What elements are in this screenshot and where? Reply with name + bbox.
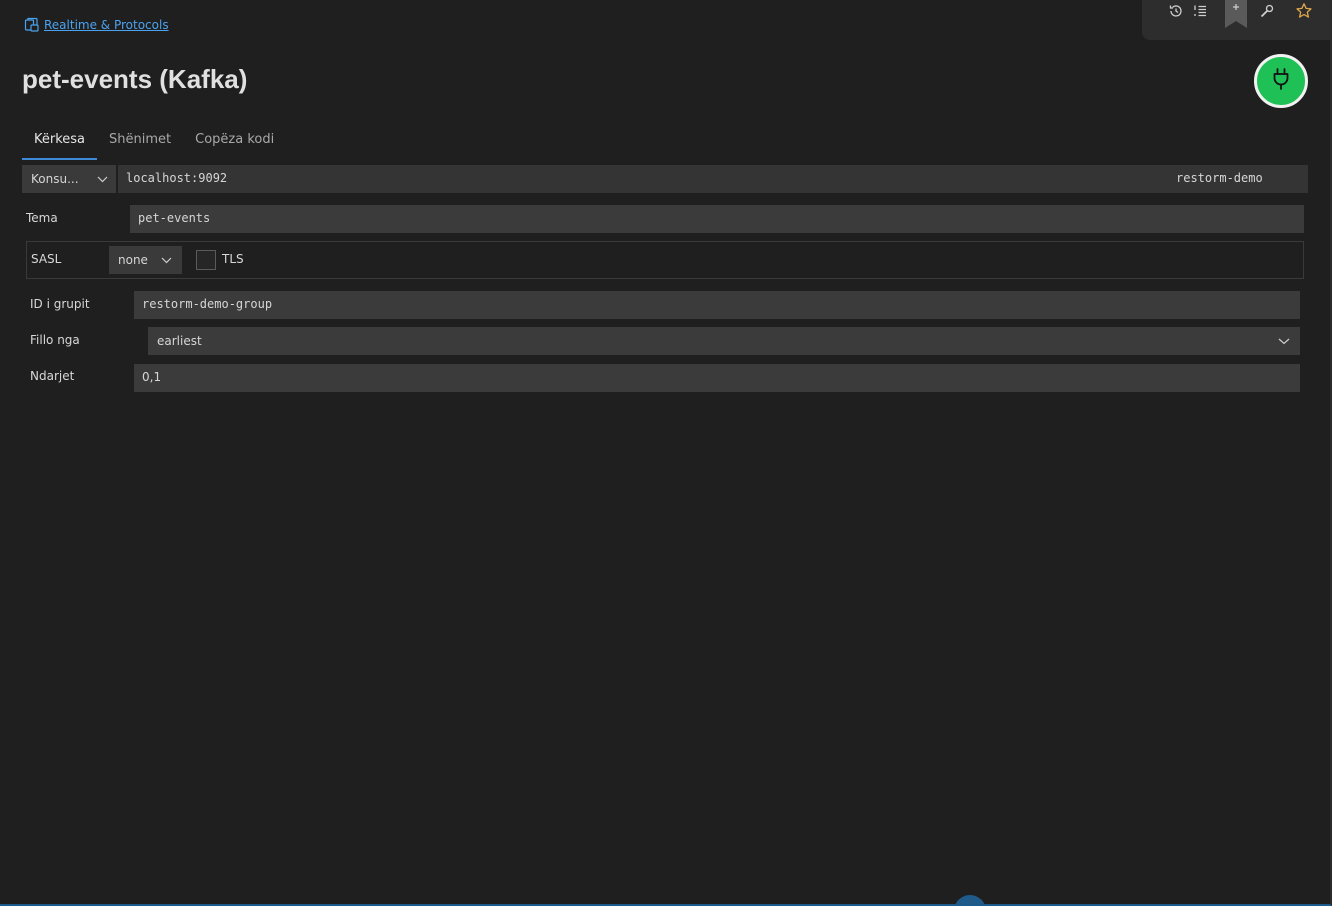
plug-icon (1270, 67, 1292, 95)
sasl-label: SASL (31, 252, 62, 266)
start-from-label: Fillo nga (30, 333, 80, 347)
tls-label: TLS (222, 252, 244, 266)
bookmark-add-icon (1225, 0, 1247, 32)
chevron-down-icon (1278, 334, 1290, 348)
list-button[interactable] (1190, 3, 1210, 23)
group-id-input[interactable]: restorm-demo-group (134, 291, 1300, 319)
request-bar: Konsu... localhost:9092 restorm-demo (22, 165, 1308, 193)
mode-select[interactable]: Konsu... (22, 165, 116, 193)
bookmark-add-button[interactable] (1225, 0, 1247, 28)
breadcrumb: Realtime & Protocols (24, 16, 169, 34)
page-title: pet-events (Kafka) (22, 64, 248, 94)
tab-notes[interactable]: Shënimet (97, 124, 183, 158)
top-toolbar (1142, 0, 1330, 40)
topic-label: Tema (26, 211, 58, 225)
tab-snippets[interactable]: Copëza kodi (183, 124, 286, 158)
wrench-icon (1259, 3, 1275, 23)
wrench-button[interactable] (1257, 3, 1277, 23)
chevron-down-icon (161, 253, 172, 267)
mode-value: Konsu... (31, 172, 79, 186)
bootstrap-server-value: localhost:9092 (126, 171, 228, 185)
sasl-value: none (118, 253, 148, 267)
star-icon (1295, 2, 1313, 24)
history-button[interactable] (1166, 3, 1186, 23)
group-id-label: ID i grupit (30, 297, 90, 311)
connect-button[interactable] (1254, 54, 1308, 108)
partitions-input[interactable]: 0,1 (134, 364, 1300, 392)
auth-section (26, 241, 1304, 279)
tab-bar: Kërkesa Shënimet Copëza kodi (22, 124, 286, 160)
history-icon (1168, 3, 1184, 23)
sasl-select[interactable]: none (109, 246, 182, 274)
breadcrumb-link[interactable]: Realtime & Protocols (44, 18, 169, 32)
start-from-value: earliest (157, 334, 202, 348)
tab-request[interactable]: Kërkesa (22, 124, 98, 160)
chevron-down-icon (97, 172, 108, 186)
list-icon (1192, 3, 1208, 23)
topic-input[interactable]: pet-events (130, 205, 1304, 233)
tls-checkbox[interactable] (196, 250, 216, 270)
favorite-button[interactable] (1294, 3, 1314, 23)
partitions-label: Ndarjet (30, 369, 75, 383)
client-id-value: restorm-demo (1176, 171, 1263, 185)
start-from-select[interactable]: earliest (148, 327, 1300, 355)
bottom-panel-handle[interactable] (954, 895, 986, 904)
bootstrap-server-input[interactable]: localhost:9092 restorm-demo (118, 165, 1308, 193)
app-window: Realtime & Protocols pet-events (Kafka) … (0, 0, 1332, 906)
collection-icon (24, 17, 40, 33)
